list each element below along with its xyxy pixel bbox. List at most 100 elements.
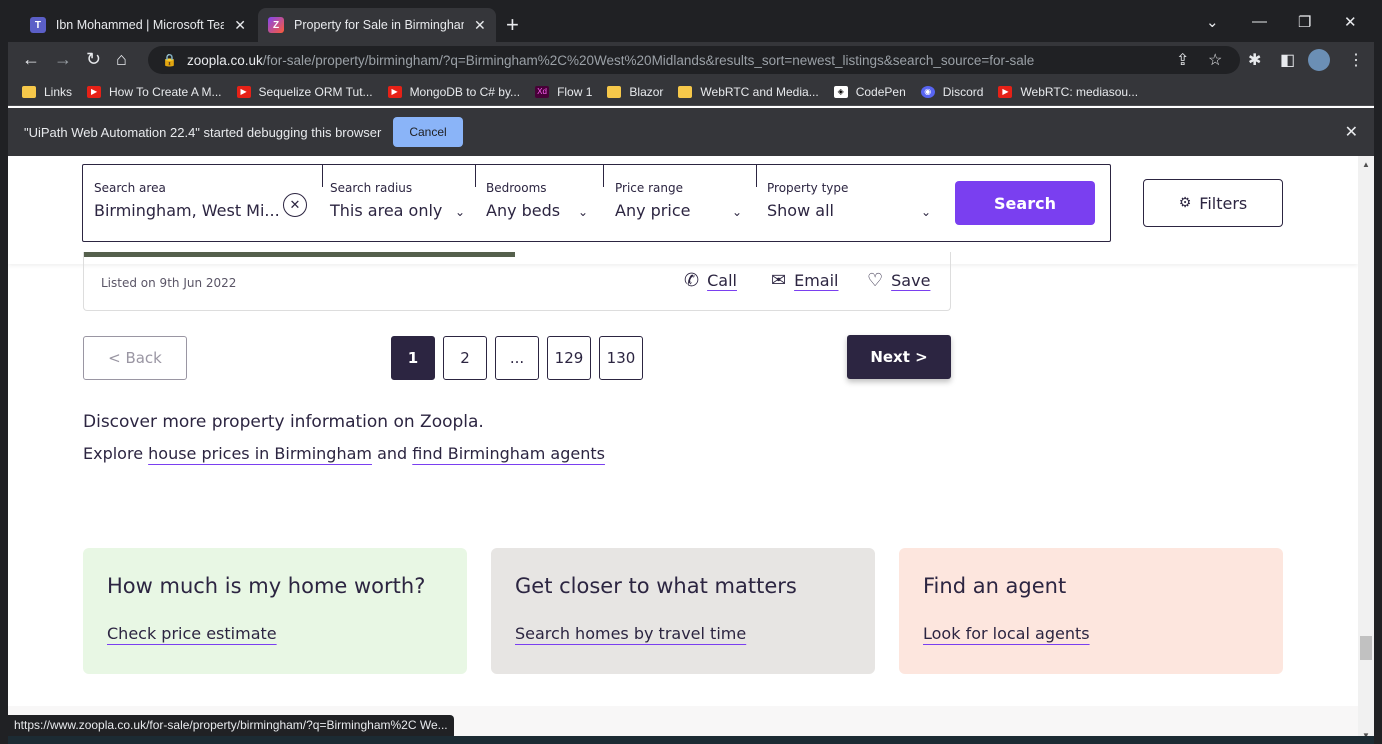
bookmark-label: Discord: [942, 84, 984, 99]
teams-icon: T: [30, 17, 46, 33]
chevron-down-icon: ⌄: [455, 205, 466, 219]
chevron-down-icon: ⌄: [732, 205, 743, 219]
bookmark-item[interactable]: ▶ How To Create A M...: [87, 85, 222, 99]
travel-time-link[interactable]: Search homes by travel time: [515, 624, 746, 643]
clear-icon[interactable]: ✕: [283, 193, 307, 217]
side-panel-icon[interactable]: ◧: [1280, 50, 1295, 70]
field-label: Property type: [767, 181, 849, 195]
listing-photo[interactable]: [84, 252, 515, 257]
property-type-select[interactable]: Property type Show all ⌄: [767, 165, 942, 225]
extensions-icon[interactable]: ✱: [1248, 50, 1261, 70]
search-header: Search area Birmingham, West Mi... ✕ Sea…: [8, 156, 1358, 264]
close-icon[interactable]: ✕: [234, 17, 246, 34]
bookmark-item[interactable]: Blazor: [607, 85, 663, 99]
address-bar[interactable]: 🔒 zoopla.co.uk/for-sale/property/birming…: [148, 46, 1240, 74]
new-tab-icon[interactable]: +: [506, 12, 519, 38]
youtube-icon: ▶: [387, 85, 402, 98]
bookmark-label: Links: [44, 84, 73, 99]
vertical-scrollbar[interactable]: ▲ ▼: [1358, 156, 1374, 744]
home-icon[interactable]: ⌂: [116, 49, 127, 70]
youtube-icon: ▶: [87, 85, 102, 98]
bookmark-item[interactable]: ▶ WebRTC: mediasou...: [998, 85, 1138, 99]
lock-icon: 🔒: [162, 53, 177, 67]
tab-strip: T Ibn Mohammed | Microsoft Teams ✕ Z Pro…: [8, 8, 1374, 42]
price-range-select[interactable]: Price range Any price ⌄: [615, 165, 755, 225]
bookmarks-bar: Links ▶ How To Create A M... ▶ Sequelize O…: [8, 78, 1374, 106]
avatar[interactable]: [1308, 49, 1330, 71]
bookmark-label: WebRTC and Media...: [700, 84, 819, 99]
back-button[interactable]: < Back: [83, 336, 187, 380]
promo-title: How much is my home worth?: [107, 574, 426, 598]
url-host: zoopla.co.uk: [186, 52, 263, 68]
envelope-icon: ✉: [771, 270, 787, 291]
forward-arrow-icon[interactable]: →: [54, 49, 72, 70]
bookmark-label: How To Create A M...: [109, 84, 222, 99]
page-130-button[interactable]: 130: [599, 336, 643, 380]
folder-icon: [607, 85, 622, 98]
back-arrow-icon[interactable]: ←: [22, 49, 40, 70]
xd-icon: Xd: [535, 85, 550, 98]
next-button[interactable]: Next >: [847, 335, 951, 379]
promo-card-travel-time: Get closer to what matters Search homes …: [491, 548, 875, 674]
tab-teams[interactable]: T Ibn Mohammed | Microsoft Teams ✕: [20, 8, 256, 42]
divider: [603, 165, 604, 187]
house-prices-link[interactable]: house prices in Birmingham: [148, 444, 372, 463]
bookmark-item[interactable]: WebRTC and Media...: [678, 84, 819, 99]
taskbar-edge: [8, 736, 1374, 744]
share-icon[interactable]: ⇪: [1176, 50, 1189, 70]
local-agents-link[interactable]: Look for local agents: [923, 624, 1090, 643]
bookmark-label: Blazor: [629, 84, 664, 99]
filters-label: Filters: [1199, 193, 1248, 213]
restore-icon[interactable]: ❐: [1298, 13, 1311, 31]
close-window-icon[interactable]: ✕: [1344, 13, 1357, 31]
tab-search-icon[interactable]: ⌄: [1206, 13, 1219, 31]
find-agents-link[interactable]: find Birmingham agents: [412, 444, 605, 463]
bookmark-item[interactable]: Xd Flow 1: [535, 85, 592, 99]
select-value: Show all: [767, 201, 834, 220]
close-icon[interactable]: ✕: [1345, 122, 1358, 142]
field-label: Bedrooms: [486, 181, 547, 195]
bookmark-item[interactable]: ◉ Discord: [920, 84, 984, 99]
search-radius-select[interactable]: Search radius This area only ⌄: [330, 165, 470, 225]
bookmark-item[interactable]: ◈ CodePen: [833, 85, 906, 99]
scroll-up-icon[interactable]: ▲: [1362, 160, 1370, 169]
promo-title: Get closer to what matters: [515, 574, 797, 598]
discord-icon: ◉: [920, 85, 935, 98]
check-price-estimate-link[interactable]: Check price estimate: [107, 624, 277, 643]
youtube-icon: ▶: [998, 85, 1013, 98]
folder-icon: [678, 85, 693, 98]
page-1-button[interactable]: 1: [391, 336, 435, 380]
tab-title: Property for Sale in Birmingham: [294, 18, 464, 32]
heart-icon: ♡: [867, 270, 884, 291]
chevron-down-icon: ⌄: [578, 205, 589, 219]
bookmark-item[interactable]: ▶ MongoDB to C# by...: [387, 85, 520, 99]
reload-icon[interactable]: ↻: [86, 49, 101, 70]
bookmark-label: WebRTC: mediasou...: [1020, 84, 1139, 99]
cancel-debug-button[interactable]: Cancel: [393, 117, 463, 147]
email-button[interactable]: ✉ Email: [771, 270, 838, 291]
save-button[interactable]: ♡ Save: [867, 270, 930, 291]
tab-zoopla[interactable]: Z Property for Sale in Birmingham ✕: [258, 8, 496, 42]
page-129-button[interactable]: 129: [547, 336, 591, 380]
discover-heading: Discover more property information on Zo…: [83, 412, 484, 432]
search-button[interactable]: Search: [955, 181, 1095, 225]
youtube-icon: ▶: [236, 85, 251, 98]
scrollbar-thumb[interactable]: [1360, 636, 1372, 660]
bookmark-item[interactable]: Links: [22, 85, 72, 99]
divider: [475, 165, 476, 187]
close-icon[interactable]: ✕: [474, 17, 486, 34]
filters-button[interactable]: ⚙ Filters: [1143, 179, 1283, 227]
toolbar: ← → ↻ ⌂ 🔒 zoopla.co.uk/for-sale/property…: [8, 42, 1374, 78]
bookmark-star-icon[interactable]: ☆: [1208, 50, 1222, 70]
zoopla-page: Search area Birmingham, West Mi... ✕ Sea…: [8, 156, 1358, 744]
page-ellipsis: ...: [495, 336, 539, 380]
call-button[interactable]: ✆ Call: [684, 270, 737, 291]
bedrooms-select[interactable]: Bedrooms Any beds ⌄: [486, 165, 596, 225]
call-label: Call: [707, 271, 737, 290]
bookmark-item[interactable]: ▶ Sequelize ORM Tut...: [236, 85, 373, 99]
page-2-button[interactable]: 2: [443, 336, 487, 380]
menu-kebab-icon[interactable]: ⋮: [1348, 50, 1364, 70]
minimize-icon[interactable]: —: [1252, 13, 1267, 30]
sliders-icon: ⚙: [1178, 195, 1192, 211]
url-path: /for-sale/property/birmingham/?q=Birming…: [262, 52, 1035, 68]
